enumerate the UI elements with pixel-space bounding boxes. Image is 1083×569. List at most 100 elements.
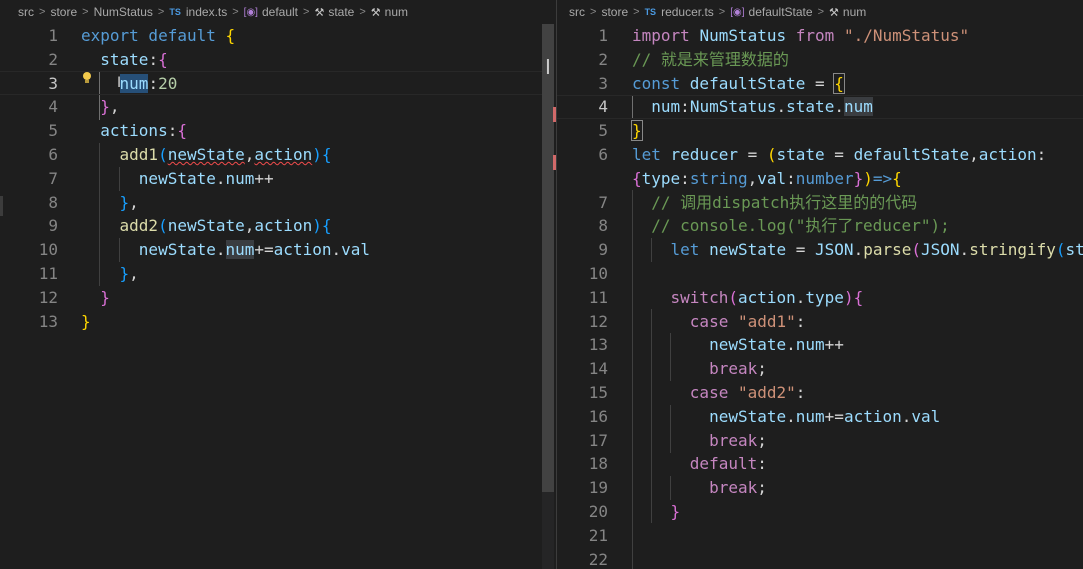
code-text[interactable]: newState.num+=action.val: [81, 238, 370, 262]
scrollbar-thumb[interactable]: [542, 24, 554, 492]
code-text[interactable]: },: [81, 262, 139, 286]
code-line[interactable]: 1 export default {: [0, 24, 556, 48]
code-line[interactable]: 18 default:: [557, 452, 1083, 476]
line-number: 16: [588, 406, 608, 426]
text-cursor-icon: I: [545, 55, 551, 79]
code-line[interactable]: 11 switch(action.type){: [557, 286, 1083, 310]
code-text[interactable]: // 调用dispatch执行这里的的代码: [632, 191, 917, 215]
code-line[interactable]: 5}: [557, 119, 1083, 143]
code-text[interactable]: case "add2":: [632, 381, 806, 405]
code-line[interactable]: 19 break;: [557, 476, 1083, 500]
code-text[interactable]: state:{: [81, 48, 167, 72]
code-line[interactable]: 4 },: [0, 95, 556, 119]
code-text[interactable]: break;: [632, 429, 767, 453]
code-text[interactable]: switch(action.type){: [632, 286, 864, 310]
line-number: 8: [48, 192, 58, 212]
code-text[interactable]: }: [81, 286, 110, 310]
code-line[interactable]: 6 add1(newState,action){: [0, 143, 556, 167]
breadcrumb-item[interactable]: src: [18, 5, 34, 19]
code-line[interactable]: 13}: [0, 310, 556, 334]
code-line[interactable]: 10: [557, 262, 1083, 286]
code-editor[interactable]: 1 import NumStatus from "./NumStatus" 2 // …: [557, 24, 1083, 569]
breadcrumb-item[interactable]: state: [328, 5, 354, 19]
code-text[interactable]: export default {: [81, 24, 235, 48]
typescript-file-icon: TS: [169, 7, 181, 17]
code-line[interactable]: 4 num:NumStatus.state.num: [557, 95, 1083, 119]
code-line[interactable]: 7 newState.num++: [0, 167, 556, 191]
code-text[interactable]: let newState = JSON.parse(JSON.stringify…: [632, 238, 1083, 262]
code-text[interactable]: break;: [632, 476, 767, 500]
line-number: 7: [48, 168, 58, 188]
code-line[interactable]: 12 }: [0, 286, 556, 310]
editor-pane-right[interactable]: src > store > TS reducer.ts > [◉] defaultState > ⚒…: [557, 0, 1083, 569]
code-text[interactable]: case "add1":: [632, 310, 806, 334]
code-text[interactable]: // console.log("执行了reducer");: [632, 214, 949, 238]
code-line[interactable]: 7 // 调用dispatch执行这里的的代码: [557, 191, 1083, 215]
line-number: 2: [48, 49, 58, 69]
breadcrumb-item[interactable]: reducer.ts: [661, 5, 714, 19]
code-line[interactable]: 9 add2(newState,action){: [0, 214, 556, 238]
chevron-right-icon: >: [359, 6, 366, 18]
line-number: 1: [598, 26, 608, 45]
code-line[interactable]: 8 // console.log("执行了reducer");: [557, 214, 1083, 238]
code-line[interactable]: 8 },: [0, 191, 556, 215]
code-line[interactable]: 10 newState.num+=action.val: [0, 238, 556, 262]
code-line[interactable]: 3 const defaultState = {: [557, 72, 1083, 96]
code-text[interactable]: num:20: [81, 72, 177, 96]
code-text[interactable]: let reducer = (state = defaultState,acti…: [632, 143, 1046, 167]
line-number: 12: [38, 287, 58, 307]
breadcrumb-item[interactable]: index.ts: [186, 5, 227, 19]
code-line[interactable]: 17 break;: [557, 429, 1083, 453]
breadcrumb-item[interactable]: src: [569, 5, 585, 19]
code-text[interactable]: break;: [632, 357, 767, 381]
code-line[interactable]: 11 },: [0, 262, 556, 286]
code-text[interactable]: },: [81, 191, 139, 215]
code-text[interactable]: // 就是来管理数据的: [632, 48, 789, 72]
code-text[interactable]: },: [81, 95, 119, 119]
code-line[interactable]: 12 case "add1":: [557, 310, 1083, 334]
sash-handle[interactable]: [0, 196, 3, 216]
code-text[interactable]: import NumStatus from "./NumStatus": [632, 24, 969, 48]
code-text[interactable]: }: [81, 310, 91, 334]
code-text[interactable]: add1(newState,action){: [81, 143, 332, 167]
code-text[interactable]: const defaultState = {: [632, 72, 845, 96]
code-line[interactable]: 1 import NumStatus from "./NumStatus": [557, 24, 1083, 48]
code-text[interactable]: add2(newState,action){: [81, 214, 332, 238]
breadcrumb-item[interactable]: defaultState: [749, 5, 813, 19]
code-editor[interactable]: 1 export default {2 state:{3 num:20 4 }, 5 …: [0, 24, 556, 333]
code-line[interactable]: 15 case "add2":: [557, 381, 1083, 405]
code-line[interactable]: 5 actions:{: [0, 119, 556, 143]
code-line[interactable]: 6 let reducer = (state = defaultState,act…: [557, 143, 1083, 167]
code-text[interactable]: default:: [632, 452, 767, 476]
breadcrumb-item[interactable]: NumStatus: [94, 5, 153, 19]
breadcrumb-item[interactable]: num: [385, 5, 408, 19]
breadcrumb-item[interactable]: store: [601, 5, 628, 19]
code-line[interactable]: {type:string,val:number})=>{: [557, 167, 1083, 191]
code-text[interactable]: actions:{: [81, 119, 187, 143]
code-line[interactable]: 16 newState.num+=action.val: [557, 405, 1083, 429]
wrench-icon: ⚒: [314, 6, 325, 19]
code-text[interactable]: newState.num+=action.val: [632, 405, 940, 429]
line-number: 15: [588, 382, 608, 402]
editor-pane-left[interactable]: src > store > NumStatus > TS index.ts > [◉] defaul…: [0, 0, 556, 569]
code-line[interactable]: 2 // 就是来管理数据的: [557, 48, 1083, 72]
code-line[interactable]: 22: [557, 548, 1083, 569]
breadcrumb: src > store > NumStatus > TS index.ts > [◉] defaul…: [0, 0, 556, 24]
breadcrumb-item[interactable]: default: [262, 5, 298, 19]
code-line[interactable]: 2 state:{: [0, 48, 556, 72]
breadcrumb-item[interactable]: num: [843, 5, 866, 19]
breadcrumb: src > store > TS reducer.ts > [◉] defaultState > ⚒…: [557, 0, 1083, 24]
code-line[interactable]: 9 let newState = JSON.parse(JSON.stringi…: [557, 238, 1083, 262]
lightbulb-icon[interactable]: [83, 72, 91, 83]
code-line[interactable]: 20 }: [557, 500, 1083, 524]
code-text[interactable]: num:NumStatus.state.num: [632, 95, 873, 119]
code-line[interactable]: 14 break;: [557, 357, 1083, 381]
code-text[interactable]: newState.num++: [632, 333, 844, 357]
code-text[interactable]: newState.num++: [81, 167, 274, 191]
code-text[interactable]: {type:string,val:number})=>{: [632, 167, 902, 191]
code-line[interactable]: 13 newState.num++: [557, 333, 1083, 357]
code-text[interactable]: }: [631, 119, 643, 143]
code-text[interactable]: }: [632, 500, 681, 524]
code-line[interactable]: 21: [557, 524, 1083, 548]
breadcrumb-item[interactable]: store: [50, 5, 77, 19]
